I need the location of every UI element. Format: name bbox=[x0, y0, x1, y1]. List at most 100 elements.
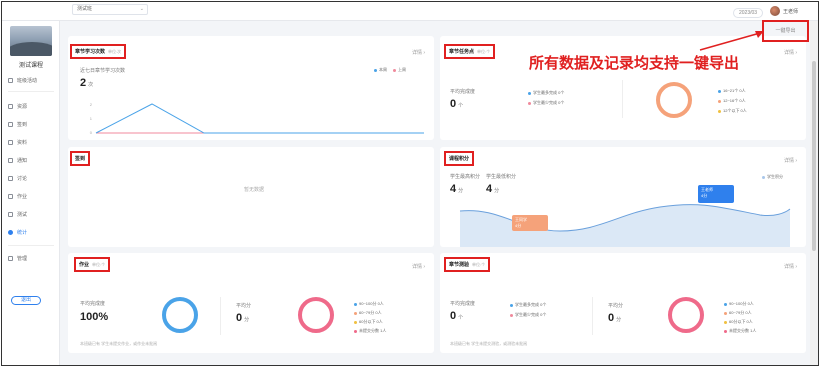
card-subtitle: 单位:个 bbox=[472, 262, 486, 267]
date-selector[interactable]: 2023/03 bbox=[733, 8, 764, 18]
divider bbox=[622, 80, 623, 118]
completion-label: 平均完成度 bbox=[450, 89, 476, 95]
legend-text: 16~21个 0人 bbox=[723, 88, 746, 93]
legend-text: 学生最少完成 0个 bbox=[533, 100, 565, 105]
scrollbar-thumb[interactable] bbox=[812, 61, 816, 251]
card-title-text: 签到 bbox=[75, 156, 86, 162]
legend-text: 学生最多完成 0个 bbox=[515, 302, 547, 307]
detail-link[interactable]: 详情 › bbox=[784, 49, 797, 56]
legend-dot bbox=[718, 99, 721, 103]
scrollbar[interactable] bbox=[810, 21, 818, 365]
test-legend-2: 60~79分 0人 bbox=[724, 310, 752, 316]
sidebar-item-materials[interactable]: 资料 bbox=[8, 139, 27, 146]
user-name[interactable]: 王老师 bbox=[783, 8, 798, 15]
card-title-text: 章节任务点 bbox=[449, 49, 475, 55]
hw-avg-unit: 分 bbox=[244, 317, 250, 323]
legend-dot bbox=[528, 101, 531, 105]
sidebar-item-resources[interactable]: 资源 bbox=[8, 103, 27, 110]
sidebar-item-label: 签到 bbox=[17, 122, 28, 128]
card-chapter-test: 章节测验 单位:个 详情 › 平均完成度 0个 学生最多完成 0个 学生最少完成… bbox=[440, 253, 806, 353]
hw-completion-label: 平均完成度 bbox=[80, 301, 106, 307]
hw-footnote: 本班级已有 学生未提交作业，或作业未批阅 bbox=[80, 341, 158, 346]
exit-button[interactable]: 退出 bbox=[11, 296, 41, 305]
legend-dot bbox=[510, 313, 513, 317]
hw-avg-score-label: 平均分 bbox=[236, 303, 252, 309]
high-marker: 王老师 4分 bbox=[698, 185, 734, 203]
sidebar-item-notice[interactable]: 通知 bbox=[8, 157, 27, 164]
legend-text: 学生最多完成 0个 bbox=[533, 90, 565, 95]
test-footnote: 本班级已有 学生未提交测验，或测验未批阅 bbox=[450, 341, 528, 346]
test-completion-unit: 个 bbox=[458, 315, 464, 321]
hw-avg-number: 0 bbox=[236, 312, 243, 324]
sidebar-item-label: 管理 bbox=[17, 256, 28, 262]
sidebar-item-label: 讨论 bbox=[17, 176, 28, 182]
y-tick-label: 1 bbox=[90, 116, 93, 121]
test-avg-score-value: 0分 bbox=[608, 312, 621, 324]
card-title: 章节测验 单位:个 bbox=[444, 257, 491, 272]
card-title: 章节任务点 单位:个 bbox=[444, 44, 496, 59]
sidebar-item-signin[interactable]: 签到 bbox=[8, 121, 27, 128]
card-title-text: 作业 bbox=[79, 262, 90, 268]
test-legend-3: 60分以下 0人 bbox=[724, 319, 753, 325]
legend-dot bbox=[510, 303, 513, 307]
statistics-icon bbox=[8, 230, 13, 235]
sidebar-item-homework[interactable]: 作业 bbox=[8, 193, 27, 200]
test-legend-4: 未提交分数 1人 bbox=[724, 328, 756, 334]
sidebar-item-label: 测试 bbox=[17, 212, 28, 218]
export-button[interactable]: 一键导出 bbox=[762, 20, 809, 42]
sidebar-item-label: 资源 bbox=[17, 104, 28, 110]
homework-icon bbox=[8, 194, 13, 199]
legend-dot bbox=[354, 329, 357, 333]
sidebar-item-class-activity[interactable]: 班级活动 bbox=[8, 77, 37, 84]
sidebar-item-manage[interactable]: 管理 bbox=[8, 255, 27, 262]
empty-state: 暂无数据 bbox=[244, 187, 265, 193]
divider bbox=[592, 297, 593, 335]
card-subtitle: 单位:个 bbox=[477, 49, 491, 54]
legend-text: 60分以下 0人 bbox=[729, 319, 753, 324]
detail-link[interactable]: 详情 › bbox=[784, 263, 797, 270]
app-window: 2023/03 王老师 测试课程 班级活动 资源 签到 资料 通知 讨论 作业 … bbox=[1, 1, 819, 366]
card-title: 作业 单位:个 bbox=[74, 257, 111, 272]
legend-dot bbox=[718, 89, 721, 93]
hw-completion-value: 100% bbox=[80, 311, 109, 323]
sidebar-item-discussion[interactable]: 讨论 bbox=[8, 175, 27, 182]
legend-range-2: 12~16个 0人 bbox=[718, 98, 746, 104]
course-cover-image bbox=[10, 26, 52, 56]
class-filter-value: 测试班 bbox=[77, 6, 93, 12]
legend-text: 未提交分数 1人 bbox=[359, 328, 387, 333]
card-study-count: 章节学习次数 单位:次 详情 › 近七日章节学习次数 2次 本周 上周 2 1 0 bbox=[68, 36, 434, 140]
avatar[interactable] bbox=[770, 6, 780, 16]
legend-dot bbox=[718, 109, 721, 113]
test-legend-max: 学生最多完成 0个 bbox=[510, 302, 546, 308]
marker-value: 4分 bbox=[515, 223, 522, 228]
sidebar-item-label: 班级活动 bbox=[17, 78, 38, 84]
legend-text: 60~79分 0人 bbox=[729, 310, 752, 315]
legend-text: 60分以下 0人 bbox=[359, 319, 383, 324]
legend-range-1: 16~21个 0人 bbox=[718, 88, 746, 94]
card-homework: 作业 单位:个 详情 › 平均完成度 100% 平均分 0分 90~100分 0… bbox=[68, 253, 434, 353]
sidebar-divider bbox=[8, 91, 54, 92]
activity-icon bbox=[8, 78, 13, 83]
sidebar-item-label: 通知 bbox=[17, 158, 28, 164]
legend-text: 12~16个 0人 bbox=[723, 98, 746, 103]
sidebar-item-statistics[interactable]: 统计 bbox=[8, 229, 27, 236]
legend-dot bbox=[724, 329, 727, 333]
detail-link[interactable]: 详情 › bbox=[412, 263, 425, 270]
legend-text: 90~100分 0人 bbox=[729, 301, 754, 306]
points-wave-chart bbox=[459, 204, 791, 247]
legend-dot bbox=[724, 302, 727, 306]
materials-icon bbox=[8, 140, 13, 145]
test-completion-label: 平均完成度 bbox=[450, 301, 476, 307]
sidebar-item-test[interactable]: 测试 bbox=[8, 211, 27, 218]
legend-text: 60~79分 0人 bbox=[359, 310, 382, 315]
hw-legend-3: 60分以下 0人 bbox=[354, 319, 383, 325]
test-avg-score-label: 平均分 bbox=[608, 303, 624, 309]
class-filter-select[interactable]: 测试班 ⌄ bbox=[72, 4, 148, 15]
legend-dot bbox=[354, 320, 357, 324]
completion-value: 0个 bbox=[450, 98, 463, 110]
sidebar-divider bbox=[8, 245, 54, 246]
y-tick-label: 0 bbox=[90, 130, 93, 135]
sidebar-item-label: 作业 bbox=[17, 194, 28, 200]
hw-legend-1: 90~100分 0人 bbox=[354, 301, 384, 307]
legend-text: 学生最少完成 0个 bbox=[515, 312, 547, 317]
